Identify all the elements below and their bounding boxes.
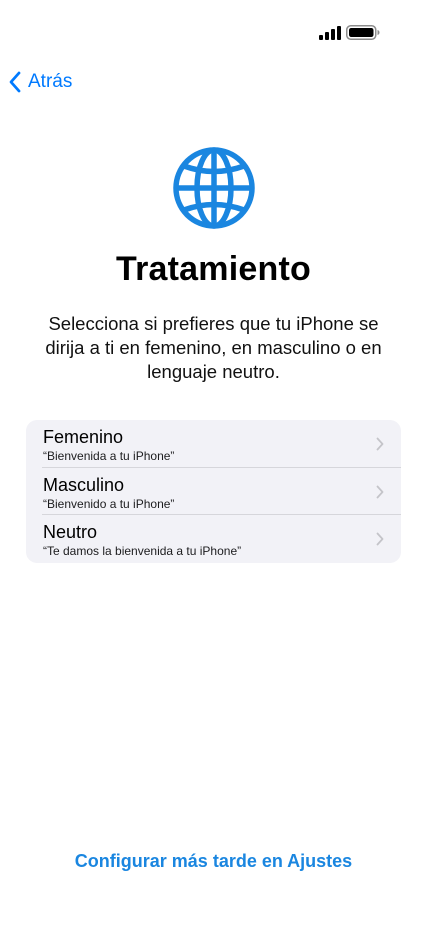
chevron-right-icon (376, 532, 384, 546)
option-title: Masculino (43, 474, 125, 495)
status-bar (0, 0, 427, 60)
configure-later-button[interactable]: Configurar más tarde en Ajustes (0, 851, 427, 872)
globe-icon (173, 147, 255, 229)
option-subtitle: “Te damos la bienvenida a tu iPhone” (43, 544, 242, 559)
gender-options-list: Femenino “Bienvenida a tu iPhone” Mascul… (26, 420, 401, 563)
option-title: Femenino (43, 427, 124, 447)
option-femenino[interactable]: Femenino “Bienvenida a tu iPhone” (26, 420, 401, 468)
chevron-right-icon (376, 485, 384, 498)
option-title: Neutro (43, 522, 98, 543)
chevron-left-icon (9, 71, 21, 93)
back-label: Atrás (28, 71, 73, 92)
option-masculino[interactable]: Masculino “Bienvenido a tu iPhone” (26, 468, 401, 516)
option-neutro[interactable]: Neutro “Te damos la bienvenida a tu iPho… (26, 515, 401, 563)
option-subtitle: “Bienvenido a tu iPhone” (43, 496, 175, 511)
page-description: Selecciona si prefieres que tu iPhone se… (45, 313, 382, 382)
chevron-right-icon (376, 437, 384, 451)
option-subtitle: “Bienvenida a tu iPhone” (43, 449, 175, 463)
page-title: Tratamiento (116, 250, 311, 288)
back-button[interactable]: Atrás (8, 67, 72, 97)
cellular-signal-icon (319, 26, 341, 40)
battery-full-icon (346, 25, 380, 40)
